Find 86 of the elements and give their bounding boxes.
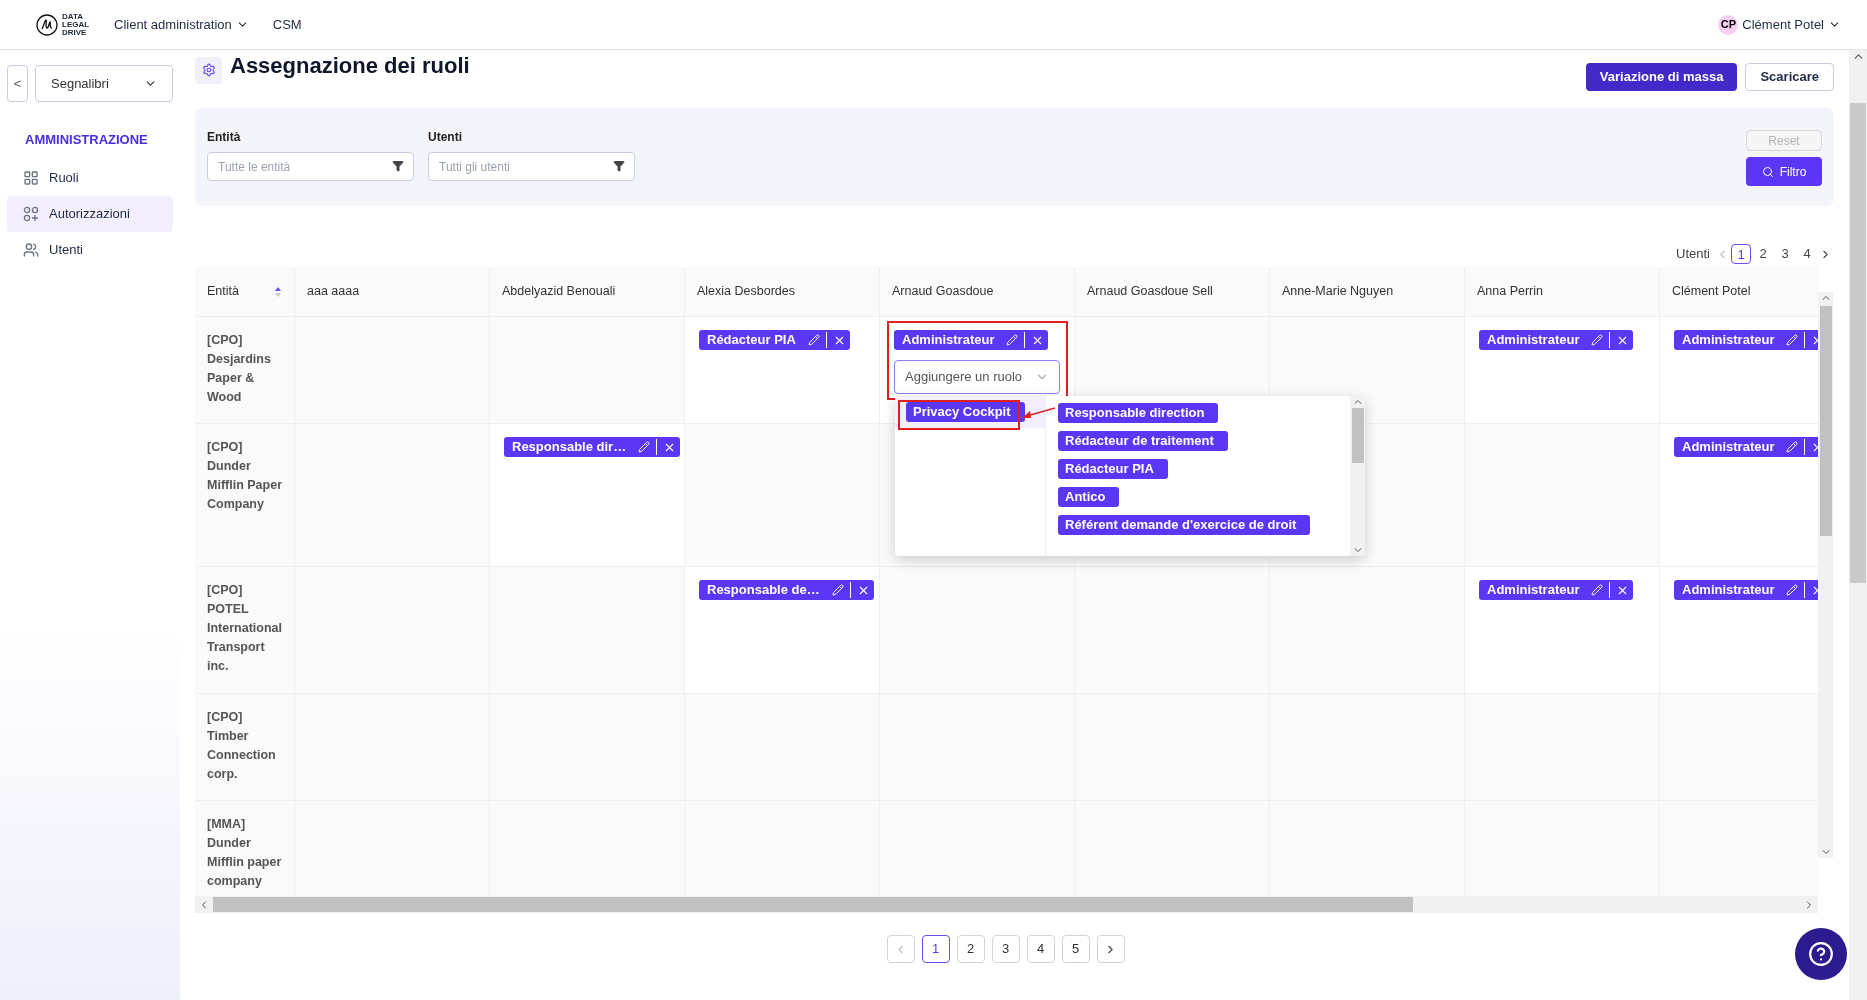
column-title: Entità: [207, 283, 239, 301]
funnel-icon: [613, 160, 625, 172]
edit-icon[interactable]: [1786, 334, 1799, 346]
search-icon: [1761, 165, 1774, 178]
role-label: Administrateur: [1682, 438, 1776, 457]
user-menu[interactable]: CP Clément Potel: [1718, 14, 1841, 35]
edit-icon[interactable]: [1591, 584, 1604, 596]
funnel-icon: [392, 160, 404, 172]
settings-icon: [201, 63, 216, 77]
role-label: Rédacteur de traitement: [1058, 431, 1228, 451]
column-title: Arnaud Goasdoue Sell: [1087, 283, 1213, 301]
logo-text: DATA LEGAL DRIVE: [62, 12, 90, 37]
column-title: Arnaud Goasdoue: [892, 283, 994, 301]
download-button[interactable]: Scaricare: [1745, 63, 1834, 91]
grid-icon: [23, 169, 39, 186]
nav-menu[interactable]: CSM: [272, 14, 302, 35]
role-label: Administrateur: [1682, 331, 1776, 350]
page-button[interactable]: 2: [1753, 244, 1773, 264]
page-button[interactable]: 3: [991, 935, 1020, 963]
select-placeholder: Aggiungere un ruolo: [905, 368, 1023, 387]
role-option[interactable]: Rédacteur de traitement: [1058, 431, 1350, 451]
page-button[interactable]: 4: [1797, 244, 1817, 264]
role-label: Privacy Cockpit: [906, 402, 1025, 422]
page-title: Assegnazione dei ruoli: [230, 51, 470, 80]
edit-icon[interactable]: [1591, 334, 1604, 346]
edit-icon[interactable]: [638, 441, 651, 453]
collapse-button[interactable]: <: [7, 65, 28, 102]
page-button[interactable]: 3: [1775, 244, 1795, 264]
entity-cell: [CPO] Desjardins Paper & Wood: [195, 317, 295, 424]
sidebar-item[interactable]: Ruoli: [7, 159, 173, 196]
field-label: Entità: [207, 129, 242, 146]
role-label: Responsable de…: [707, 581, 821, 600]
column-title: Abdelyazid Benouali: [502, 283, 616, 301]
sidebar-item[interactable]: Utenti: [7, 231, 173, 268]
sort-icon[interactable]: [274, 285, 282, 298]
filter-field[interactable]: Tutte le entità: [207, 152, 414, 181]
section-heading: AMMINISTRAZIONE: [25, 131, 149, 149]
edit-icon[interactable]: [807, 334, 820, 346]
entity-cell: [CPO] Timber Connection corp.: [195, 694, 295, 801]
role-label: Rédacteur PIA: [1058, 459, 1168, 479]
role-option[interactable]: Privacy Cockpit: [895, 396, 1045, 428]
entity-cell: [MMA] Dunder Mifflin paper company: [195, 801, 295, 896]
role-option[interactable]: Antico: [1058, 487, 1350, 507]
column-title: aaa aaaa: [307, 283, 360, 301]
role-option[interactable]: Responsable direction: [1058, 403, 1350, 423]
entity-cell: [CPO] POTEL International Transport inc.: [195, 567, 295, 694]
role-label: Responsable dir…: [512, 438, 628, 457]
logo-mark-icon: [36, 13, 58, 36]
users-icon: [23, 241, 39, 258]
pager-label: Utenti: [1676, 245, 1710, 264]
user-avatar: CP: [1718, 14, 1739, 35]
role-label: Rédacteur PIA: [707, 331, 797, 350]
edit-icon[interactable]: [1786, 441, 1799, 453]
add-role-select[interactable]: Aggiungere un ruolo: [894, 360, 1060, 394]
page-scrollbar[interactable]: [1849, 50, 1867, 1000]
edit-icon[interactable]: [1786, 584, 1799, 596]
entity-cell: [CPO] Dunder Mifflin Paper Company: [195, 424, 295, 567]
grid-plus-icon: [23, 205, 39, 222]
column-title: Anne-Marie Nguyen: [1282, 283, 1394, 301]
page-button[interactable]: 1: [921, 935, 950, 963]
page-button[interactable]: 2: [956, 935, 985, 963]
page-button[interactable]: 4: [1026, 935, 1055, 963]
help-button[interactable]: [1795, 928, 1847, 980]
column-title: Clément Potel: [1672, 283, 1751, 301]
column-title: Anna Perrin: [1477, 283, 1543, 301]
role-label: Administrateur: [1487, 331, 1581, 350]
field-label: Utenti: [428, 129, 463, 146]
edit-icon[interactable]: [1006, 334, 1019, 346]
filter-field[interactable]: Tutti gli utenti: [428, 152, 635, 181]
column-title: Alexia Desbordes: [697, 283, 795, 301]
role-label: Administrateur: [1682, 581, 1776, 600]
help-icon: [1808, 941, 1834, 967]
role-option[interactable]: Rédacteur PIA: [1058, 459, 1350, 479]
role-label: Antico: [1058, 487, 1120, 507]
bookmarks-dropdown[interactable]: Segnalibri: [35, 65, 173, 102]
page-button[interactable]: 5: [1061, 935, 1090, 963]
nav-menu[interactable]: Client administration: [114, 14, 249, 35]
sidebar-item[interactable]: Autorizzazioni: [7, 195, 173, 232]
annotation-arrow: [1021, 406, 1055, 420]
page-button[interactable]: 1: [1731, 244, 1751, 264]
role-label: Responsable direction: [1058, 403, 1219, 423]
filter-button[interactable]: Filtro: [1746, 157, 1822, 186]
role-label: Administrateur: [902, 331, 996, 350]
edit-icon[interactable]: [831, 584, 844, 596]
role-label: Administrateur: [1487, 581, 1581, 600]
mass-change-button[interactable]: Variazione di massa: [1585, 63, 1738, 91]
